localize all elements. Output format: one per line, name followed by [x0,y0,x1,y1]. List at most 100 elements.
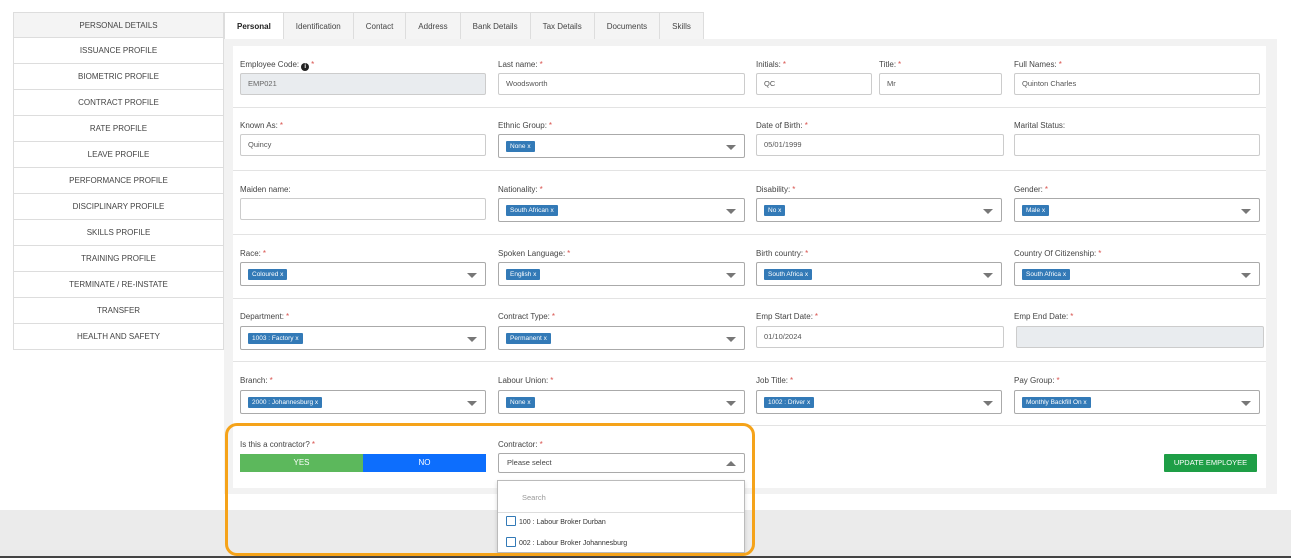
sidebar-item-transfer[interactable]: TRANSFER [13,298,224,324]
tab-bar: Personal Identification Contact Address … [224,12,704,40]
sidebar-item-training-profile[interactable]: TRAINING PROFILE [13,246,224,272]
selected-chip[interactable]: 1003 : Factory x [248,333,303,344]
row-divider [233,170,1266,171]
nationality-label: Nationality: * [498,185,543,194]
emp-end-date-field [1016,326,1264,348]
contract-type-label: Contract Type: * [498,312,556,321]
info-icon[interactable]: i [301,63,310,71]
labour-union-select[interactable]: None x [498,390,745,414]
profile-sidebar: PERSONAL DETAILS ISSUANCE PROFILE BIOMET… [13,12,224,350]
tab-identification[interactable]: Identification [283,12,354,40]
chevron-down-icon [726,209,736,214]
contractor-option[interactable]: 002 : Labour Broker Johannesburg [506,537,627,551]
sidebar-item-performance-profile[interactable]: PERFORMANCE PROFILE [13,168,224,194]
sidebar-item-health-and-safety[interactable]: HEALTH AND SAFETY [13,324,224,350]
selected-chip[interactable]: Coloured x [248,269,288,280]
chevron-down-icon [1241,209,1251,214]
selected-chip[interactable]: South Africa x [1022,269,1071,280]
row-divider [233,234,1266,235]
employee-code-label: Employee Code: i * [240,60,315,71]
checkbox-icon[interactable] [506,516,516,526]
citizenship-label: Country Of Citizenship: * [1014,249,1102,258]
sidebar-item-disciplinary-profile[interactable]: DISCIPLINARY PROFILE [13,194,224,220]
full-names-label: Full Names: * [1014,60,1062,69]
pay-group-select[interactable]: Monthly Backfill On x [1014,390,1260,414]
job-title-label: Job Title: * [756,376,794,385]
date-of-birth-label: Date of Birth: * [756,121,808,130]
contractor-select[interactable]: Please select [498,453,745,473]
sidebar-item-rate-profile[interactable]: RATE PROFILE [13,116,224,142]
row-divider [233,425,1266,426]
tab-address[interactable]: Address [406,12,461,40]
birth-country-select[interactable]: South Africa x [756,262,1002,286]
update-employee-button[interactable]: UPDATE EMPLOYEE [1164,454,1257,472]
tab-contact[interactable]: Contact [353,12,407,40]
selected-chip[interactable]: South African x [506,205,558,216]
selected-chip[interactable]: Monthly Backfill On x [1022,397,1091,408]
chevron-down-icon [467,273,477,278]
emp-start-date-field[interactable]: 01/10/2024 [756,326,1004,348]
contract-type-select[interactable]: Permanent x [498,326,745,350]
checkbox-icon[interactable] [506,537,516,547]
initials-field[interactable]: QC [756,73,872,95]
known-as-field[interactable]: Quincy [240,134,486,156]
contractor-toggle: YES NO [240,454,486,472]
sidebar-item-issuance-profile[interactable]: ISSUANCE PROFILE [13,38,224,64]
sidebar-item-leave-profile[interactable]: LEAVE PROFILE [13,142,224,168]
title-field[interactable]: Mr [879,73,1002,95]
contractor-dropdown: Search 100 : Labour Broker Durban 002 : … [497,480,745,553]
last-name-field[interactable]: Woodsworth [498,73,745,95]
maiden-name-field[interactable] [240,198,486,220]
sidebar-item-skills-profile[interactable]: SKILLS PROFILE [13,220,224,246]
citizenship-select[interactable]: South Africa x [1014,262,1260,286]
chevron-down-icon [1241,401,1251,406]
contractor-no-button[interactable]: NO [363,454,486,472]
department-select[interactable]: 1003 : Factory x [240,326,486,350]
selected-chip[interactable]: No x [764,205,786,216]
race-label: Race: * [240,249,267,258]
sidebar-item-terminate-reinstate[interactable]: TERMINATE / RE-INSTATE [13,272,224,298]
contractor-search-input[interactable]: Search [504,488,740,508]
chevron-down-icon [726,273,736,278]
tab-tax-details[interactable]: Tax Details [530,12,595,40]
sidebar-item-biometric-profile[interactable]: BIOMETRIC PROFILE [13,64,224,90]
selected-chip[interactable]: None x [506,397,535,408]
job-title-select[interactable]: 1002 : Driver x [756,390,1002,414]
labour-union-label: Labour Union: * [498,376,554,385]
selected-chip[interactable]: English x [506,269,541,280]
sidebar-item-contract-profile[interactable]: CONTRACT PROFILE [13,90,224,116]
tab-documents[interactable]: Documents [594,12,661,40]
ethnic-group-select[interactable]: None x [498,134,745,158]
chevron-down-icon [726,401,736,406]
selected-chip[interactable]: Permanent x [506,333,551,344]
marital-status-label: Marital Status: [1014,121,1066,130]
tab-bank-details[interactable]: Bank Details [460,12,531,40]
chevron-down-icon [1241,273,1251,278]
date-of-birth-field[interactable]: 05/01/1999 [756,134,1004,156]
last-name-label: Last name: * [498,60,543,69]
emp-start-date-label: Emp Start Date: * [756,312,819,321]
marital-status-field[interactable] [1014,134,1260,156]
spoken-language-select[interactable]: English x [498,262,745,286]
branch-select[interactable]: 2000 : Johannesburg x [240,390,486,414]
row-divider [233,298,1266,299]
selected-chip[interactable]: 2000 : Johannesburg x [248,397,323,408]
nationality-select[interactable]: South African x [498,198,745,222]
contractor-option[interactable]: 100 : Labour Broker Durban [506,516,606,530]
pay-group-label: Pay Group: * [1014,376,1060,385]
race-select[interactable]: Coloured x [240,262,486,286]
disability-label: Disability: * [756,185,796,194]
full-names-field[interactable]: Quinton Charles [1014,73,1260,95]
gender-select[interactable]: Male x [1014,198,1260,222]
contractor-yes-button[interactable]: YES [240,454,363,472]
tab-skills[interactable]: Skills [660,12,704,40]
employee-code-field: EMP021 [240,73,486,95]
sidebar-item-personal-details[interactable]: PERSONAL DETAILS [13,12,224,38]
selected-chip[interactable]: None x [506,141,535,152]
selected-chip[interactable]: Male x [1022,205,1050,216]
selected-chip[interactable]: 1002 : Driver x [764,397,815,408]
birth-country-label: Birth country: * [756,249,809,258]
tab-personal[interactable]: Personal [224,12,284,40]
selected-chip[interactable]: South Africa x [764,269,813,280]
disability-select[interactable]: No x [756,198,1002,222]
